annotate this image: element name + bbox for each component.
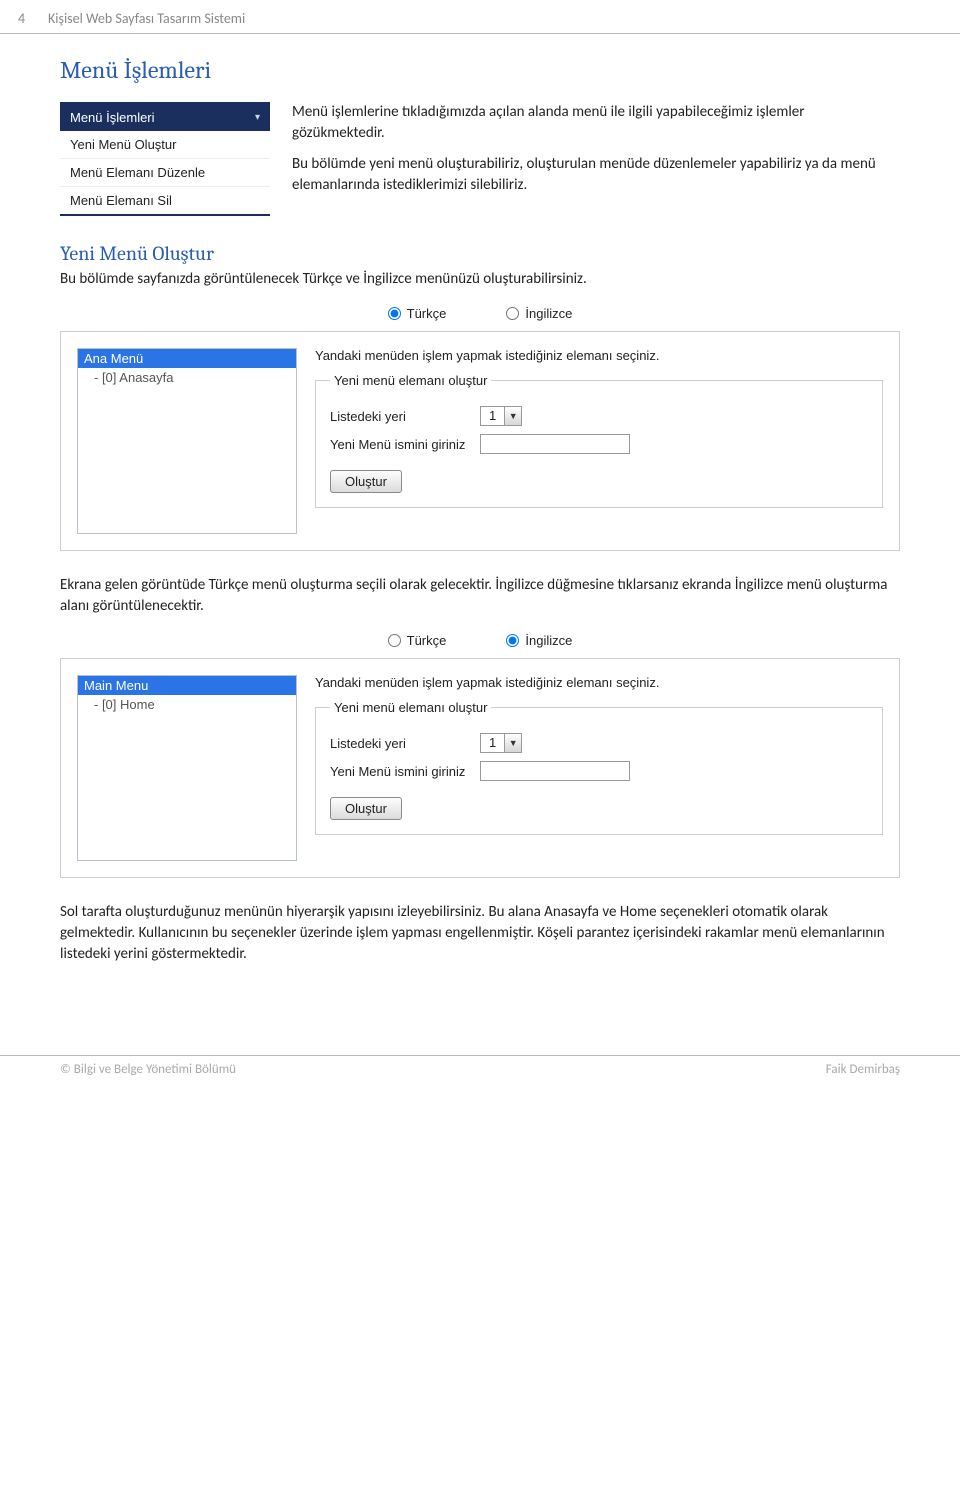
menu-item-new-menu[interactable]: Yeni Menü Oluştur xyxy=(60,131,270,159)
footer-left: © Bilgi ve Belge Yönetimi Bölümü xyxy=(60,1062,236,1077)
menu-panel-header-label: Menü İşlemleri xyxy=(70,110,155,125)
chevron-down-icon: ▾ xyxy=(255,112,260,123)
menu-name-label-en: Yeni Menü ismini giriniz xyxy=(330,764,470,779)
menu-name-input-tr[interactable] xyxy=(480,434,630,454)
radio-option-tr[interactable]: Türkçe xyxy=(388,306,447,321)
radio-en-input-2[interactable] xyxy=(506,634,519,647)
position-select-value-tr: 1 xyxy=(481,407,505,425)
intro-paragraph-1: Menü işlemlerine tıkladığımızda açılan a… xyxy=(292,102,900,144)
tree-item-anasayfa[interactable]: - [0] Anasayfa xyxy=(78,368,296,387)
create-menu-panel-en: Main Menu - [0] Home Yandaki menüden işl… xyxy=(60,658,900,878)
radio-option-tr-2[interactable]: Türkçe xyxy=(388,633,447,648)
position-label-tr: Listedeki yeri xyxy=(330,409,470,424)
menu-name-label-tr: Yeni Menü ismini giriniz xyxy=(330,437,470,452)
paragraph-after-panel2: Sol tarafta oluşturduğunuz menünün hiyer… xyxy=(60,902,900,965)
page-content: Menü İşlemleri Menü İşlemleri ▾ Yeni Men… xyxy=(0,34,960,1055)
position-label-en: Listedeki yeri xyxy=(330,736,470,751)
doc-title: Kişisel Web Sayfası Tasarım Sistemi xyxy=(48,10,245,27)
tree-header-tr[interactable]: Ana Menü xyxy=(78,349,296,368)
position-select-tr[interactable]: 1 ▼ xyxy=(480,406,522,426)
create-menu-panel-tr: Ana Menü - [0] Anasayfa Yandaki menüden … xyxy=(60,331,900,551)
create-legend-tr: Yeni menü elemanı oluştur xyxy=(330,373,491,388)
menu-item-edit-element[interactable]: Menü Elemanı Düzenle xyxy=(60,159,270,187)
radio-option-en[interactable]: İngilizce xyxy=(506,306,572,321)
position-select-value-en: 1 xyxy=(481,734,505,752)
radio-tr-input[interactable] xyxy=(388,307,401,320)
create-button-tr[interactable]: Oluştur xyxy=(330,470,402,493)
radio-en-input[interactable] xyxy=(506,307,519,320)
menu-operations-panel: Menü İşlemleri ▾ Yeni Menü Oluştur Menü … xyxy=(60,102,270,216)
menu-panel-header[interactable]: Menü İşlemleri ▾ xyxy=(60,104,270,131)
language-radio-group-2: Türkçe İngilizce xyxy=(60,633,900,648)
menu-item-delete-element[interactable]: Menü Elemanı Sil xyxy=(60,187,270,214)
intro-paragraph-2: Bu bölümde yeni menü oluşturabiliriz, ol… xyxy=(292,154,900,196)
chevron-down-icon: ▼ xyxy=(505,734,521,752)
position-select-en[interactable]: 1 ▼ xyxy=(480,733,522,753)
create-fieldset-tr: Yeni menü elemanı oluştur Listedeki yeri… xyxy=(315,373,883,508)
section-title: Menü İşlemleri xyxy=(60,56,900,84)
radio-en-label: İngilizce xyxy=(525,306,572,321)
radio-option-en-2[interactable]: İngilizce xyxy=(506,633,572,648)
chevron-down-icon: ▼ xyxy=(505,407,521,425)
tree-header-en[interactable]: Main Menu xyxy=(78,676,296,695)
instruction-text-tr: Yandaki menüden işlem yapmak istediğiniz… xyxy=(315,348,883,363)
footer-right: Faik Demirbaş xyxy=(826,1062,900,1077)
radio-tr-label: Türkçe xyxy=(407,306,447,321)
subsection-desc-new-menu: Bu bölümde sayfanızda görüntülenecek Tür… xyxy=(60,269,900,290)
subsection-title-new-menu: Yeni Menü Oluştur xyxy=(60,242,900,265)
create-legend-en: Yeni menü elemanı oluştur xyxy=(330,700,491,715)
language-radio-group-1: Türkçe İngilizce xyxy=(60,306,900,321)
page-header: 4 Kişisel Web Sayfası Tasarım Sistemi xyxy=(0,0,960,34)
create-fieldset-en: Yeni menü elemanı oluştur Listedeki yeri… xyxy=(315,700,883,835)
instruction-text-en: Yandaki menüden işlem yapmak istediğiniz… xyxy=(315,675,883,690)
create-button-en[interactable]: Oluştur xyxy=(330,797,402,820)
menu-tree-en: Main Menu - [0] Home xyxy=(77,675,297,861)
menu-name-input-en[interactable] xyxy=(480,761,630,781)
radio-tr-label-2: Türkçe xyxy=(407,633,447,648)
paragraph-after-panel1: Ekrana gelen görüntüde Türkçe menü oluşt… xyxy=(60,575,900,617)
page-number: 4 xyxy=(18,10,30,27)
tree-item-home[interactable]: - [0] Home xyxy=(78,695,296,714)
menu-tree-tr: Ana Menü - [0] Anasayfa xyxy=(77,348,297,534)
page-footer: © Bilgi ve Belge Yönetimi Bölümü Faik De… xyxy=(0,1055,960,1091)
radio-en-label-2: İngilizce xyxy=(525,633,572,648)
radio-tr-input-2[interactable] xyxy=(388,634,401,647)
